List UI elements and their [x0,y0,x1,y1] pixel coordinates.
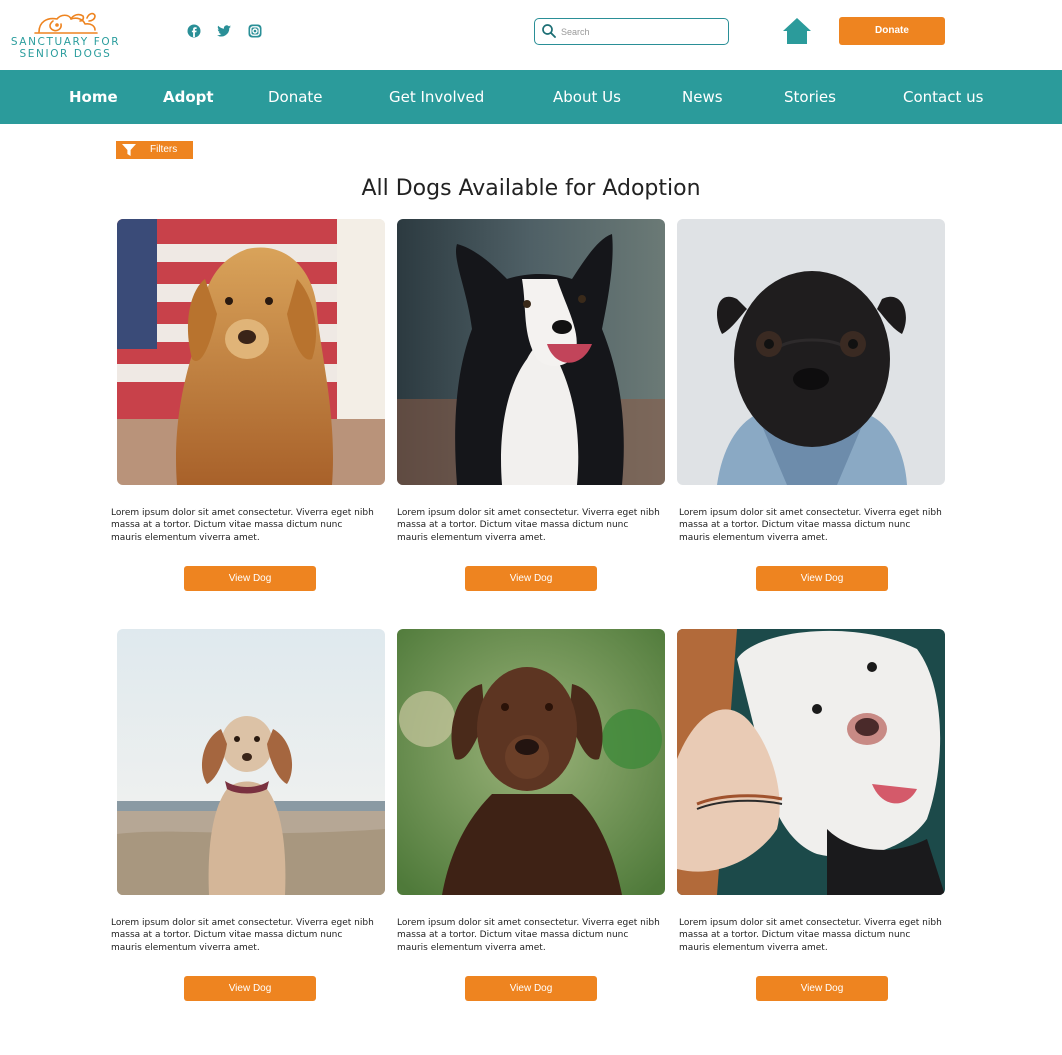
dog-description: Lorem ipsum dolor sit amet consectetur. … [397,508,660,543]
filters-label: Filters [150,144,178,155]
dog-photo[interactable] [677,629,945,895]
dog-photo[interactable] [117,219,385,485]
nav-item-stories[interactable]: Stories [784,70,836,124]
nav-item-news[interactable]: News [682,70,723,124]
view-dog-button[interactable]: View Dog [756,976,888,1001]
dog-photo[interactable] [397,219,665,485]
dog-description: Lorem ipsum dolor sit amet consectetur. … [679,918,942,953]
dog-description: Lorem ipsum dolor sit amet consectetur. … [111,918,374,953]
sleeping-dog-logo-icon [33,12,98,34]
view-dog-button[interactable]: View Dog [184,566,316,591]
view-dog-button[interactable]: View Dog [465,976,597,1001]
view-dog-button[interactable]: View Dog [756,566,888,591]
facebook-icon[interactable] [185,22,203,40]
brand-name-line2: SENIOR DOGS [19,48,112,60]
dog-photo[interactable] [117,629,385,895]
search-icon [541,23,557,44]
donate-button[interactable]: Donate [839,17,945,45]
brand-name-line1: SANCTUARY FOR [10,36,121,48]
view-dog-button[interactable]: View Dog [184,976,316,1001]
home-icon[interactable] [782,17,812,50]
header: SANCTUARY FOR SENIOR DOGS Donate [0,0,1062,70]
nav-item-get-involved[interactable]: Get Involved [389,70,484,124]
nav-item-about-us[interactable]: About Us [553,70,621,124]
search-input[interactable] [561,23,721,40]
view-dog-button[interactable]: View Dog [465,566,597,591]
search-box[interactable] [534,18,729,45]
dog-description: Lorem ipsum dolor sit amet consectetur. … [397,918,660,953]
dog-description: Lorem ipsum dolor sit amet consectetur. … [679,508,942,543]
nav-item-donate[interactable]: Donate [268,70,323,124]
twitter-icon[interactable] [215,22,233,40]
dog-description: Lorem ipsum dolor sit amet consectetur. … [111,508,374,543]
filter-icon [122,144,136,156]
nav-item-home[interactable]: Home [69,70,118,124]
nav-item-contact-us[interactable]: Contact us [903,70,983,124]
dog-photo[interactable] [397,629,665,895]
dog-photo[interactable] [677,219,945,485]
page-title: All Dogs Available for Adoption [361,176,701,201]
filters-button[interactable]: Filters [116,141,193,159]
main-nav: Home Adopt Donate Get Involved About Us … [0,70,1062,124]
instagram-icon[interactable] [246,22,264,40]
logo[interactable]: SANCTUARY FOR SENIOR DOGS [8,8,123,64]
nav-item-adopt[interactable]: Adopt [163,70,214,124]
